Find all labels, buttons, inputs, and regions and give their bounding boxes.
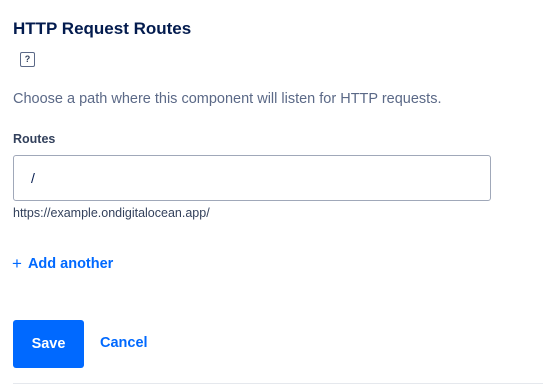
add-another-label: Add another: [27, 255, 114, 272]
routes-label: Routes: [13, 132, 56, 146]
plus-icon: +: [12, 254, 22, 273]
section-title: HTTP Request Routes: [13, 19, 192, 38]
section-description: Choose a path where this component will …: [13, 91, 442, 107]
help-icon[interactable]: ?: [20, 52, 35, 67]
route-url-hint: https://example.ondigitalocean.app/: [13, 206, 210, 220]
save-button[interactable]: Save: [13, 320, 84, 368]
section-divider: [13, 383, 543, 384]
cancel-button[interactable]: Cancel: [100, 335, 148, 351]
add-another-route-link[interactable]: + Add another: [12, 255, 113, 272]
route-path-input[interactable]: [13, 155, 491, 201]
